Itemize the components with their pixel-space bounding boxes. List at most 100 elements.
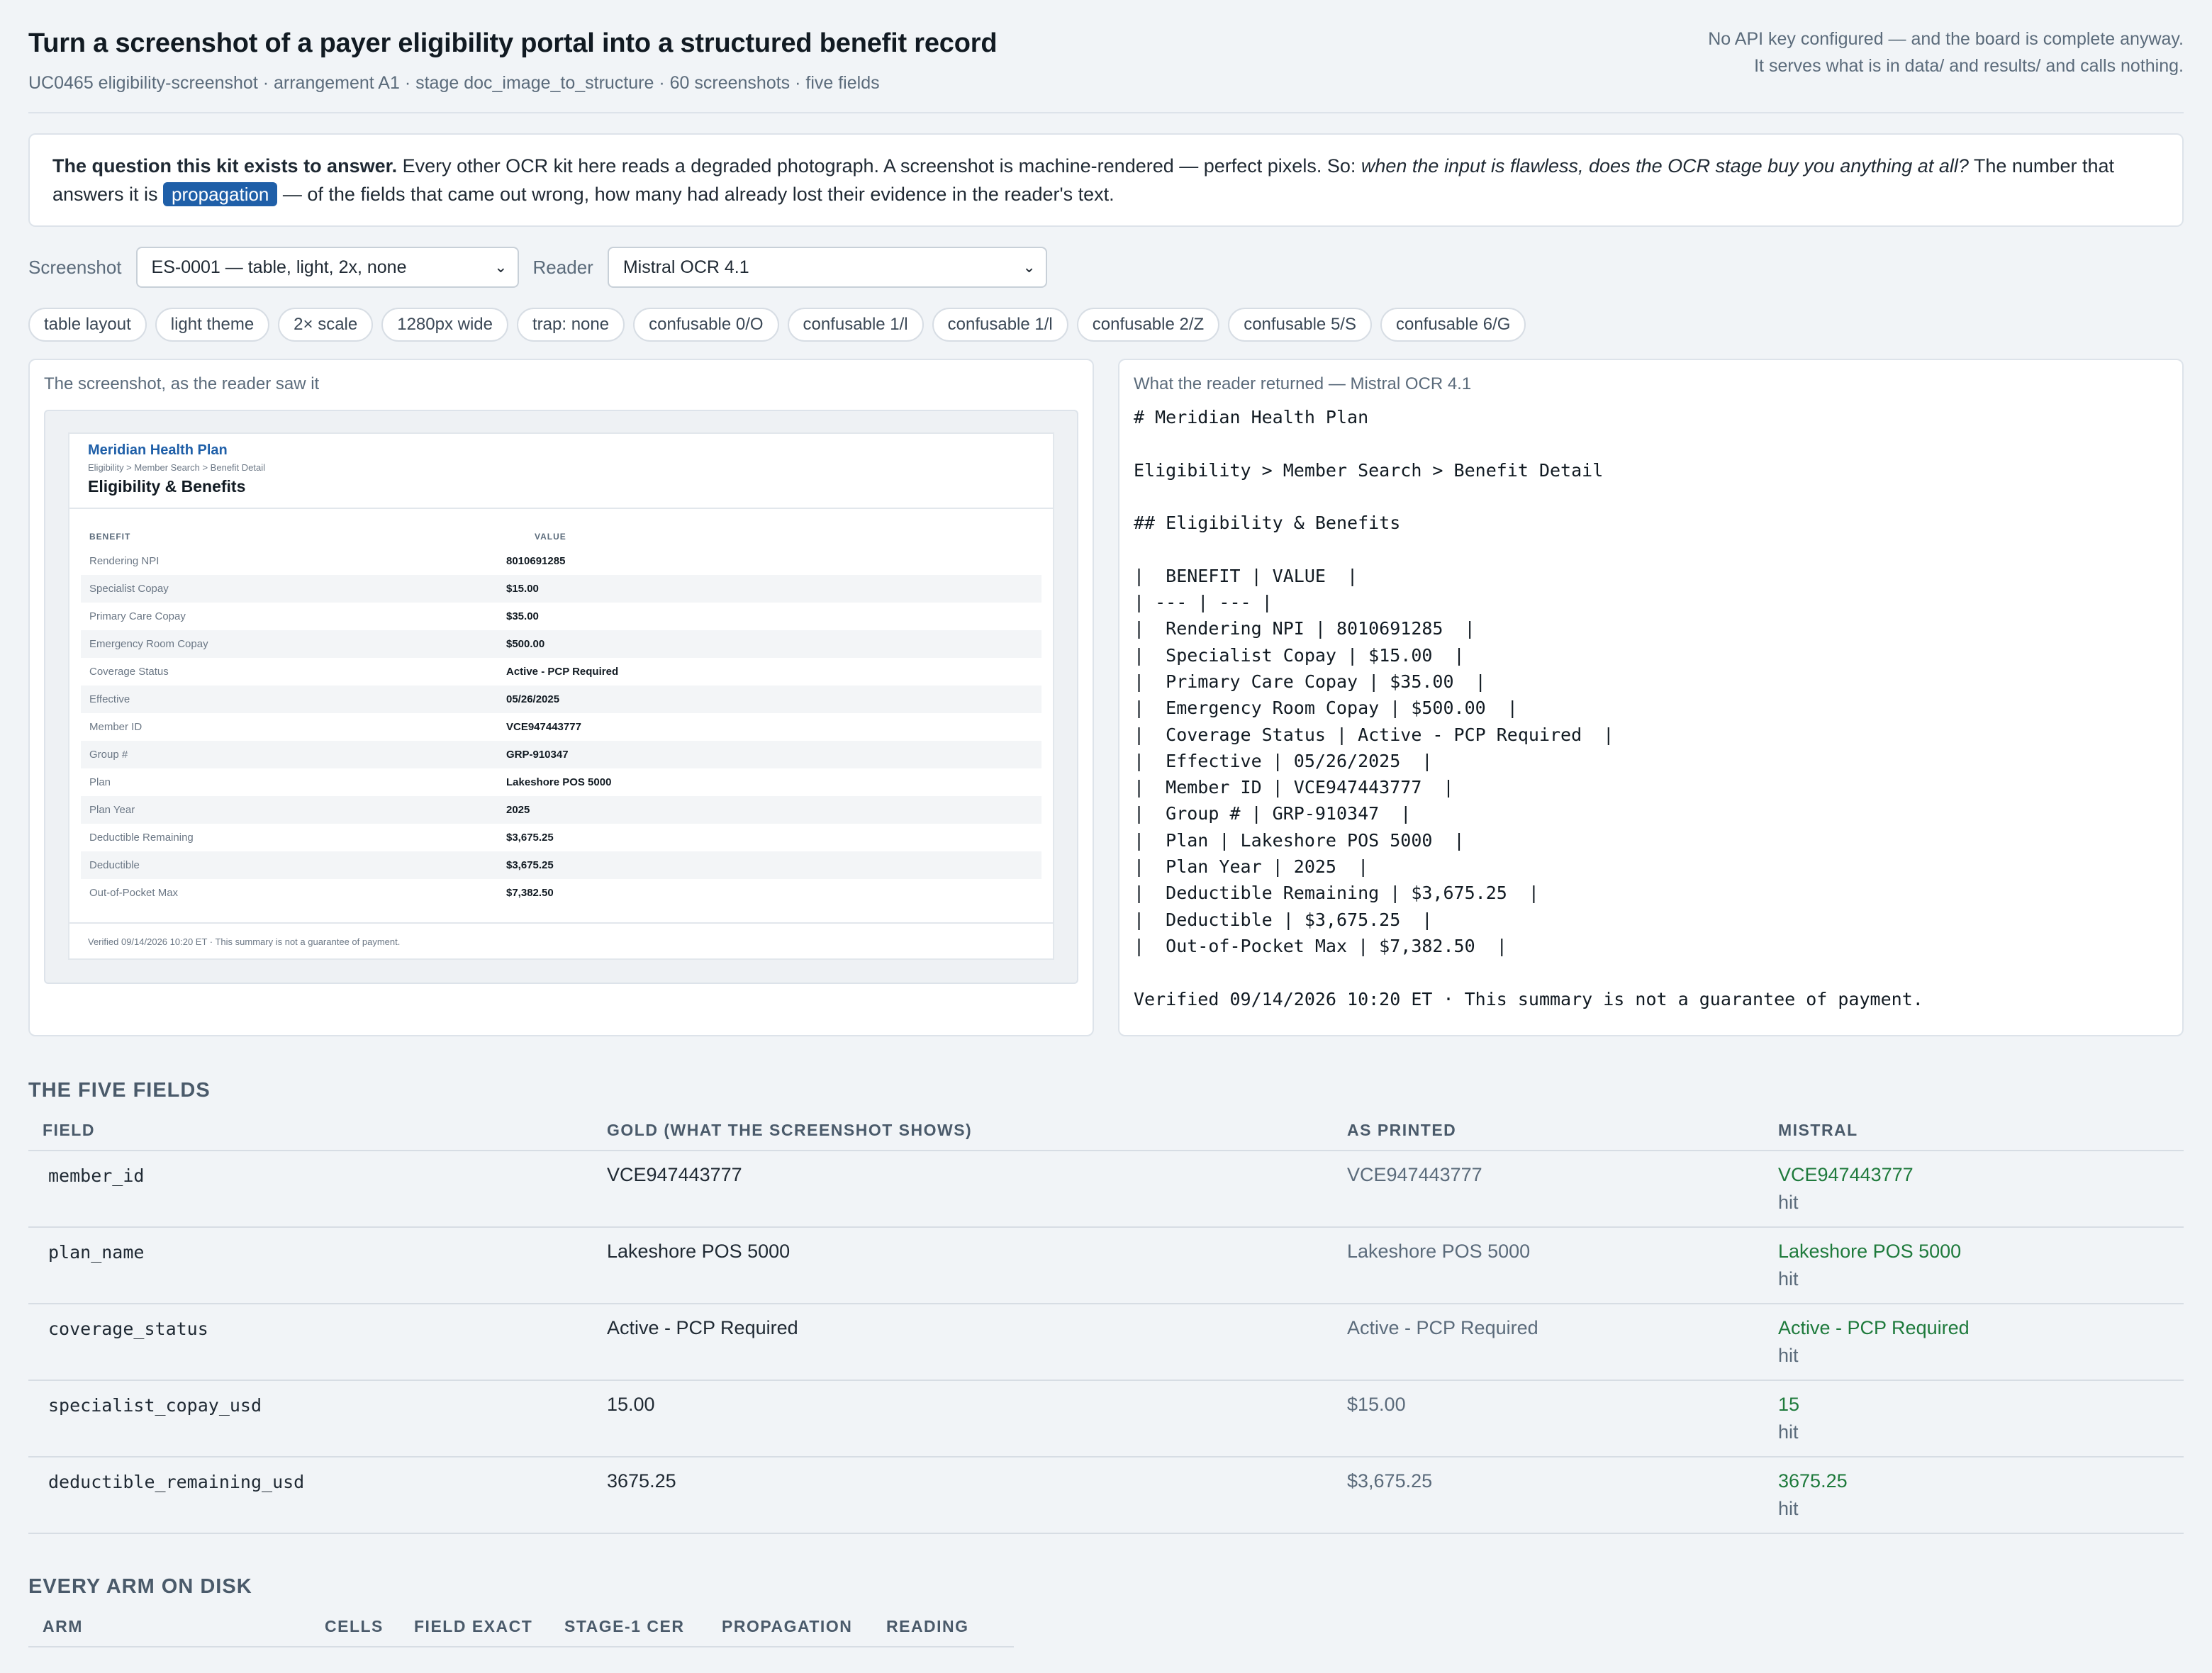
ocr-line: | Group # | GRP-910347 | [1134,803,1412,824]
benefit-name: Out-of-Pocket Max [89,887,179,899]
benefit-name: Coverage Status [89,666,169,678]
ocr-line: | Deductible | $3,675.25 | [1134,909,1433,930]
five-fields-heading: THE FIVE FIELDS [28,1079,211,1102]
benefit-row: Emergency Room Copay $500.00 [81,630,1041,658]
ocr-line: Eligibility > Member Search > Benefit De… [1134,459,1604,481]
benefit-name: Deductible Remaining [89,832,194,844]
benefit-row: Effective 05/26/2025 [81,686,1041,713]
ocr-line: | Plan | Lakeshore POS 5000 | [1134,829,1465,851]
ocr-line: | --- | --- | [1134,592,1273,613]
benefit-row: Out-of-Pocket Max $7,382.50 [81,879,1041,907]
printed-value: Lakeshore POS 5000 [1333,1227,1764,1304]
ocr-line [1134,483,2168,510]
benefit-row: Deductible $3,675.25 [81,851,1041,879]
chevron-down-icon: ⌄ [1022,258,1036,276]
gold-value: 15.00 [593,1380,1333,1457]
chevron-down-icon: ⌄ [494,258,508,276]
column-header: MISTRAL [1764,1121,2184,1151]
benefit-row: Deductible Remaining $3,675.25 [81,824,1041,851]
reader-select[interactable]: Mistral OCR 4.1 ⌄ [607,247,1047,288]
reader-result: Lakeshore POS 5000 hit [1764,1227,2184,1304]
reader-result: 15 hit [1764,1380,2184,1457]
ocr-line: ## Eligibility & Benefits [1134,513,1401,534]
screenshot-select-value: ES-0001 — table, light, 2x, none [151,257,407,277]
selector-bar: Screenshot ES-0001 — table, light, 2x, n… [28,247,2184,288]
column-header: ARM [28,1617,311,1647]
column-header: PROPAGATION [708,1617,872,1647]
value-column-header: VALUE [535,532,566,542]
benefit-name: Member ID [89,721,143,733]
reader-value: Active - PCP Required [1778,1317,1970,1338]
question-text-1: Every other OCR kit here reads a degrade… [397,155,1361,177]
ocr-line: | Member ID | VCE947443777 | [1134,777,1454,798]
page-header: Turn a screenshot of a payer eligibility… [28,28,2184,113]
printed-value: $15.00 [1333,1380,1764,1457]
benefit-value: Active - PCP Required [506,666,619,678]
ocr-line: | Effective | 05/26/2025 | [1134,750,1433,771]
benefit-value: $3,675.25 [506,832,554,844]
benefit-name: Rendering NPI [89,555,160,567]
column-header: READING [872,1617,1014,1647]
benefit-name: Group # [89,749,128,761]
gold-value: Active - PCP Required [593,1304,1333,1381]
benefit-value: $15.00 [506,583,539,595]
benefit-name: Deductible [89,859,140,871]
gold-value: Lakeshore POS 5000 [593,1227,1333,1304]
result-status: hit [1778,1421,1799,1443]
tag: 1280px wide [381,308,508,342]
ocr-output-panel: What the reader returned — Mistral OCR 4… [1118,359,2184,1036]
benefit-name: Effective [89,693,130,705]
printed-value: $3,675.25 [1333,1457,1764,1534]
column-header: GOLD (WHAT THE SCREENSHOT SHOWS) [593,1121,1333,1151]
benefit-value: GRP-910347 [506,749,569,761]
benefit-name: Plan [89,776,111,788]
column-header: STAGE-1 CER [550,1617,708,1647]
ocr-line: | Specialist Copay | $15.00 | [1134,644,1465,666]
column-header: AS PRINTED [1333,1121,1764,1151]
tag: table layout [28,308,147,342]
result-status: hit [1778,1345,1799,1366]
benefit-row: Group # GRP-910347 [81,741,1041,768]
field-name: plan_name [28,1227,593,1304]
breadcrumb: Eligibility > Member Search > Benefit De… [88,462,266,473]
benefit-name: Emergency Room Copay [89,638,208,650]
ocr-line: | BENEFIT | VALUE | [1134,565,1358,586]
ocr-line [1134,536,2168,562]
benefit-value: VCE947443777 [506,721,581,733]
benefit-value: 8010691285 [506,555,566,567]
reader-value: Lakeshore POS 5000 [1778,1241,1962,1262]
field-name: coverage_status [28,1304,593,1381]
tag: trap: none [517,308,625,342]
reader-result: Active - PCP Required hit [1764,1304,2184,1381]
benefit-value: 2025 [506,804,530,816]
arms-table: ARM CELLS FIELD EXACT STAGE-1 CER PROPAG… [28,1617,1014,1647]
result-status: hit [1778,1498,1799,1519]
table-row: plan_name Lakeshore POS 5000 Lakeshore POS… [28,1227,2184,1304]
api-key-note: No API key configured — and the board is… [1708,26,2184,79]
printed-value: Active - PCP Required [1333,1304,1764,1381]
reader-select-value: Mistral OCR 4.1 [622,257,749,277]
benefit-name: Specialist Copay [89,583,169,595]
table-row: deductible_remaining_usd 3675.25 $3,675.25… [28,1457,2184,1534]
screenshot-select[interactable]: ES-0001 — table, light, 2x, none ⌄ [135,247,519,288]
ocr-output-text: # Meridian Health Plan Eligibility > Memb… [1134,404,2168,1012]
benefit-row: Member ID VCE947443777 [81,713,1041,741]
column-header: CELLS [311,1617,400,1647]
reader-value: 3675.25 [1778,1470,1848,1492]
tag: light theme [155,308,270,342]
reader-value: 15 [1778,1394,1800,1415]
ocr-line: | Primary Care Copay | $35.00 | [1134,671,1486,692]
table-row: specialist_copay_usd 15.00 $15.00 15 hit [28,1380,2184,1457]
ocr-line: | Deductible Remaining | $3,675.25 | [1134,883,1539,904]
ocr-line [1134,430,2168,457]
benefit-row: Plan Year 2025 [81,796,1041,824]
screenshot-label: Screenshot [28,256,122,278]
tag: confusable 1/l [932,308,1068,342]
portal-header: Meridian Health Plan Eligibility > Membe… [69,434,1053,509]
portal-page-title: Eligibility & Benefits [88,477,246,496]
result-status: hit [1778,1192,1799,1213]
benefit-table-header: BENEFIT VALUE [81,526,1041,547]
api-note-line-2: It serves what is in data/ and results/ … [1754,56,2184,76]
benefit-row: Specialist Copay $15.00 [81,575,1041,603]
benefit-value: $3,675.25 [506,859,554,871]
